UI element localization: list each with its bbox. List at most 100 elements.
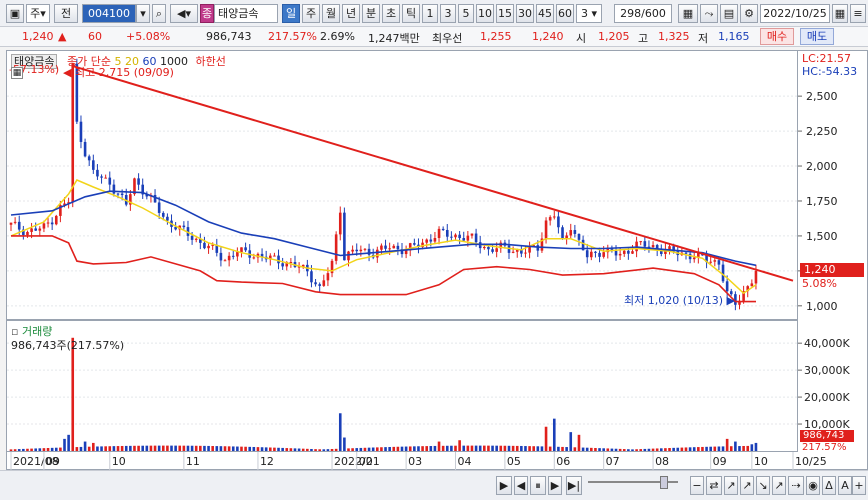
volume-chart-panel[interactable]: ▫ 거래량 986,743주(217.57%) — [6, 320, 799, 453]
mode-select[interactable]: 주▾ — [26, 4, 50, 23]
candle-body — [289, 262, 293, 264]
high-price: 1,325 — [658, 30, 690, 43]
period-tick[interactable]: 틱 — [402, 4, 420, 23]
date-field[interactable]: 2022/10/25 — [760, 4, 830, 23]
volume-bar — [248, 446, 252, 451]
minute-select[interactable]: 3 ▾ — [576, 4, 602, 23]
candle-body — [355, 249, 359, 252]
candle-body — [96, 169, 99, 177]
search-icon[interactable]: ⌕ — [152, 4, 166, 23]
minute-5[interactable]: 5 — [458, 4, 474, 23]
candle-body — [87, 156, 91, 161]
volume-bar — [524, 446, 527, 451]
candle-body — [651, 245, 655, 248]
period-week[interactable]: 주 — [302, 4, 320, 23]
scroll-right-icon[interactable]: ▶ — [548, 476, 562, 495]
volume-bar — [462, 445, 466, 451]
buy-button[interactable]: 매수 — [760, 28, 794, 45]
volume-bar — [207, 445, 210, 451]
grid-icon[interactable]: ▦ — [678, 4, 698, 23]
best-bid: 1,240 — [532, 30, 564, 43]
toolbar-icon-3[interactable]: ↘ — [756, 476, 770, 495]
period-minute[interactable]: 분 — [362, 4, 380, 23]
volume-bar — [721, 446, 725, 451]
volume-bar — [664, 448, 667, 451]
candle-body — [240, 247, 243, 253]
volume-bar — [108, 446, 112, 451]
minute-60[interactable]: 60 — [556, 4, 574, 23]
minute-45[interactable]: 45 — [536, 4, 554, 23]
toolbar-icon-4[interactable]: ↗ — [772, 476, 786, 495]
compare-icon[interactable]: ⇄ — [706, 476, 722, 495]
candle-body — [684, 252, 688, 254]
volume-bar — [141, 445, 145, 451]
volume-ratio: 217.57% — [268, 30, 317, 43]
minute-10[interactable]: 10 — [476, 4, 494, 23]
volume-chart[interactable] — [7, 321, 799, 453]
expand-icon[interactable]: ◉ — [806, 476, 820, 495]
prev-button[interactable]: 전 — [54, 4, 78, 23]
font-size-icon[interactable]: A — [838, 476, 852, 495]
scroll-end-icon[interactable]: ▶| — [566, 476, 582, 495]
minute-3[interactable]: 3 — [440, 4, 456, 23]
period-month[interactable]: 월 — [322, 4, 340, 23]
price-chart-panel[interactable]: 태양금속 종가 단순 5 20 60 1000 하한선 -57.13%) ◀ 최… — [6, 50, 799, 321]
volume-bar — [573, 447, 577, 451]
volume-bar — [194, 445, 198, 451]
period-year[interactable]: 년 — [342, 4, 360, 23]
candle-body — [46, 222, 50, 224]
volume-bar — [120, 445, 124, 451]
period-second[interactable]: 초 — [382, 4, 400, 23]
low-price: 1,165 — [718, 30, 750, 43]
volume-bar — [273, 447, 276, 451]
volume-bar — [79, 446, 83, 451]
minute-30[interactable]: 30 — [516, 4, 534, 23]
candle-body — [351, 249, 354, 252]
price-chart[interactable] — [7, 51, 799, 321]
menu-icon[interactable]: ≡ — [850, 4, 866, 23]
scroll-start-icon[interactable]: ▶ — [496, 476, 512, 495]
volume-bar — [408, 446, 412, 451]
stock-name: 태양금속 — [214, 4, 278, 23]
toolbar-icon-5[interactable]: ⇢ — [788, 476, 804, 495]
toolbar-icon-2[interactable]: ↗ — [740, 476, 754, 495]
window-icon[interactable]: ▣ — [6, 4, 24, 23]
scroll-stop-icon[interactable]: ⏸ — [530, 476, 546, 495]
zoom-slider-handle[interactable] — [660, 476, 668, 489]
candle-body — [487, 246, 490, 250]
candle-body — [54, 215, 58, 225]
calendar-icon[interactable]: ▦ — [832, 4, 848, 23]
volume-bar — [281, 447, 284, 451]
candle-body — [590, 251, 593, 258]
candle-body — [161, 212, 165, 217]
chart-icon[interactable]: ⤳ — [700, 4, 718, 23]
speaker-icon[interactable]: ◀▾ — [170, 4, 198, 23]
volume-bar — [166, 445, 169, 451]
volume-bar — [672, 447, 675, 451]
candle-body — [223, 260, 227, 262]
save-icon[interactable]: ▤ — [720, 4, 738, 23]
stock-code-input[interactable]: 004100 — [82, 4, 136, 23]
count-display[interactable]: 298/600 — [614, 4, 672, 23]
sell-button[interactable]: 매도 — [800, 28, 834, 45]
volume-bar — [478, 445, 482, 451]
volume-bar — [445, 445, 449, 451]
gear-icon[interactable]: ⚙ — [740, 4, 758, 23]
high-annotation: ◀ 최고 2,715 (09/09) — [63, 66, 174, 79]
period-day[interactable]: 일 — [282, 4, 300, 23]
candle-body — [314, 282, 317, 285]
code-dropdown-icon[interactable]: ▾ — [136, 4, 150, 23]
candle-body — [79, 121, 83, 142]
volume-bar — [515, 445, 519, 451]
add-icon[interactable]: + — [852, 476, 866, 495]
volume-bar — [83, 441, 87, 451]
toolbar-icon-1[interactable]: ↗ — [724, 476, 738, 495]
volume-bar — [199, 445, 202, 451]
minute-15[interactable]: 15 — [496, 4, 514, 23]
zoom-out-icon[interactable]: − — [690, 476, 704, 495]
scroll-left-icon[interactable]: ◀ — [514, 476, 528, 495]
toolbar-icon-6[interactable]: ᐃ — [822, 476, 836, 495]
minute-1[interactable]: 1 — [422, 4, 438, 23]
grid-toggle-icon[interactable]: ▦ — [11, 67, 23, 79]
candle-body — [322, 280, 326, 286]
